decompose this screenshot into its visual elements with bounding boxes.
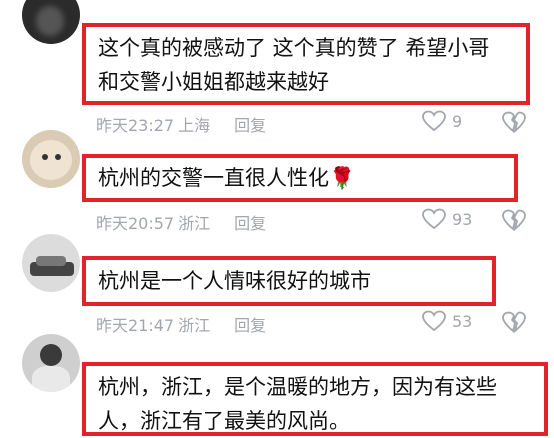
reply-button[interactable]: 回复 (234, 210, 266, 234)
dislike-button[interactable] (502, 311, 526, 333)
comment-meta: 昨天21:47 浙江 回复 (96, 312, 266, 336)
reply-button[interactable]: 回复 (234, 112, 266, 136)
comment-meta: 昨天20:57 浙江 回复 (96, 210, 266, 234)
comment-time: 昨天21:47 (96, 316, 175, 335)
reply-button[interactable]: 回复 (234, 312, 266, 336)
like-count: 93 (452, 209, 473, 229)
comment-text-line: 杭州的交警一直很人性化🌹 (98, 166, 356, 190)
broken-heart-icon (502, 111, 526, 133)
like-button[interactable]: 9 (422, 110, 462, 132)
avatar[interactable] (22, 334, 80, 392)
comment-time: 昨天20:57 (96, 214, 175, 233)
avatar[interactable] (22, 234, 80, 292)
comment-text-highlight: 杭州的交警一直很人性化🌹 (82, 154, 518, 202)
comment-text-line: 杭州是一个人情味很好的城市 (98, 269, 371, 293)
comment-text-line: 这个真的被感动了 这个真的赞了 希望小哥 (98, 36, 490, 60)
like-button[interactable]: 53 (422, 310, 472, 332)
broken-heart-icon (502, 209, 526, 231)
like-count: 53 (452, 311, 473, 331)
comment-time: 昨天23:27 (96, 116, 175, 135)
comment-location: 浙江 (178, 214, 211, 233)
heart-outline-icon (422, 310, 446, 332)
comment-location: 上海 (178, 116, 211, 135)
dislike-button[interactable] (502, 111, 526, 133)
comment-text-highlight: 杭州，浙江，是个温暖的地方，因为有这些 人，浙江有了最美的风尚。 (82, 362, 548, 436)
avatar[interactable] (22, 0, 80, 44)
like-button[interactable]: 93 (422, 208, 472, 230)
comment-text-line: 杭州，浙江，是个温暖的地方，因为有这些 (98, 375, 497, 399)
comment-text-line: 人，浙江有了最美的风尚。 (98, 409, 350, 433)
avatar[interactable] (22, 130, 80, 188)
heart-outline-icon (422, 208, 446, 230)
comment-meta: 昨天23:27 上海 回复 (96, 112, 266, 136)
heart-outline-icon (422, 110, 446, 132)
broken-heart-icon (502, 311, 526, 333)
dislike-button[interactable] (502, 209, 526, 231)
comment-text-highlight: 这个真的被感动了 这个真的赞了 希望小哥 和交警小姐姐都越来越好 (82, 23, 530, 105)
rose-emoji: 🌹 (329, 166, 356, 190)
comment-location: 浙江 (178, 316, 211, 335)
comment-text-line: 和交警小姐姐都越来越好 (98, 70, 329, 94)
comment-text-highlight: 杭州是一个人情味很好的城市 (82, 256, 496, 306)
like-count: 9 (452, 111, 463, 131)
